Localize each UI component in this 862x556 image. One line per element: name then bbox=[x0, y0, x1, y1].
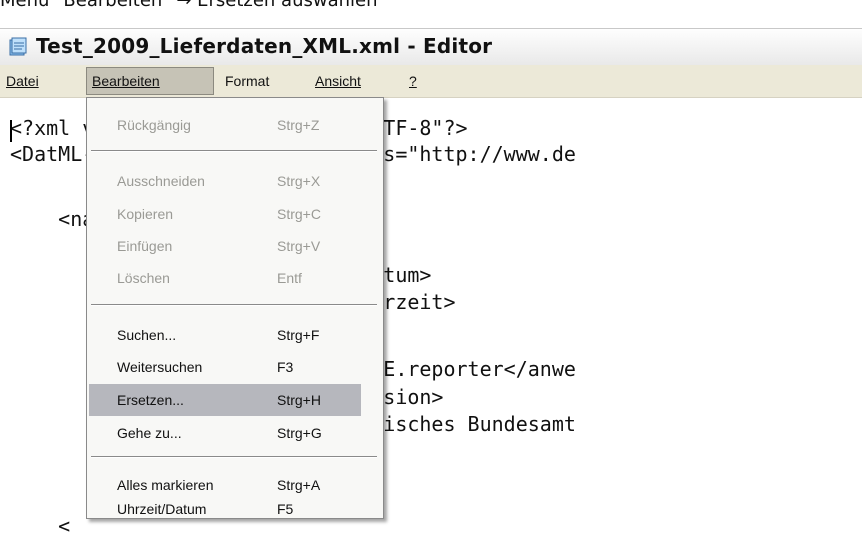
menu-item-select-all[interactable]: Alles markieren Strg+A bbox=[87, 470, 383, 500]
menu-item-label: Ausschneiden bbox=[117, 173, 205, 189]
menu-item-shortcut: Strg+Z bbox=[277, 117, 320, 133]
menu-item-label: Löschen bbox=[117, 270, 170, 286]
editor-line: < bbox=[10, 514, 71, 538]
menu-item-shortcut: Strg+F bbox=[277, 327, 320, 343]
menu-item-label: Gehe zu... bbox=[117, 425, 182, 441]
menu-item-shortcut: Strg+A bbox=[277, 477, 321, 493]
menu-separator bbox=[91, 150, 377, 152]
menu-item-label: Ersetzen... bbox=[117, 392, 184, 408]
caption-text: Menü "Bearbeiten" → Ersetzen auswählen bbox=[0, 0, 378, 11]
window-titlebar: Test_2009_Lieferdaten_XML.xml - Editor bbox=[0, 28, 862, 66]
menu-separator bbox=[91, 456, 377, 458]
menu-separator bbox=[91, 304, 377, 306]
menu-item-shortcut: F5 bbox=[277, 501, 294, 517]
menu-help[interactable]: ? bbox=[404, 65, 422, 97]
menu-label: Datei bbox=[6, 73, 39, 89]
menu-item-shortcut: Strg+G bbox=[277, 425, 322, 441]
menu-item-shortcut: Strg+V bbox=[277, 238, 321, 254]
menu-item-copy[interactable]: Kopieren Strg+C bbox=[87, 199, 383, 229]
window-title: Test_2009_Lieferdaten_XML.xml - Editor bbox=[36, 34, 493, 58]
menu-label: Ansicht bbox=[315, 73, 361, 89]
menu-item-time-date[interactable]: Uhrzeit/Datum F5 bbox=[87, 500, 383, 522]
menu-item-delete[interactable]: Löschen Entf bbox=[87, 263, 383, 293]
menu-item-cut[interactable]: Ausschneiden Strg+X bbox=[87, 166, 383, 196]
menu-bar: Datei Bearbeiten Format Ansicht ? bbox=[0, 65, 862, 98]
menu-item-goto[interactable]: Gehe zu... Strg+G bbox=[87, 418, 383, 448]
menu-item-shortcut: Strg+H bbox=[277, 392, 321, 408]
menu-item-shortcut: Strg+X bbox=[277, 173, 321, 189]
menu-label: Bearbeiten bbox=[92, 73, 160, 89]
menu-ansicht[interactable]: Ansicht bbox=[310, 65, 366, 97]
menu-item-find[interactable]: Suchen... Strg+F bbox=[87, 320, 383, 350]
menu-item-find-next[interactable]: Weitersuchen F3 bbox=[87, 352, 383, 382]
menu-item-label: Suchen... bbox=[117, 327, 177, 343]
menu-item-shortcut: F3 bbox=[277, 359, 294, 375]
menu-item-shortcut: Entf bbox=[277, 270, 302, 286]
menu-label: Format bbox=[225, 73, 270, 89]
menu-item-label: Rückgängig bbox=[117, 117, 191, 133]
menu-item-undo[interactable]: Rückgängig Strg+Z bbox=[87, 110, 383, 140]
menu-item-label: Uhrzeit/Datum bbox=[117, 501, 207, 517]
edit-menu-dropdown: Rückgängig Strg+Z Ausschneiden Strg+X Kopi… bbox=[86, 97, 384, 519]
menu-item-shortcut: Strg+C bbox=[277, 206, 321, 222]
menu-datei[interactable]: Datei bbox=[1, 65, 44, 97]
menu-item-label: Alles markieren bbox=[117, 477, 214, 493]
notepad-icon bbox=[9, 37, 27, 56]
menu-item-label: Weitersuchen bbox=[117, 359, 203, 375]
menu-item-paste[interactable]: Einfügen Strg+V bbox=[87, 231, 383, 261]
menu-bearbeiten[interactable]: Bearbeiten bbox=[86, 67, 214, 95]
menu-item-label: Kopieren bbox=[117, 206, 174, 222]
menu-item-replace[interactable]: Ersetzen... Strg+H bbox=[89, 384, 361, 416]
menu-label: ? bbox=[409, 73, 417, 89]
text-caret bbox=[10, 120, 12, 142]
menu-item-label: Einfügen bbox=[117, 238, 173, 254]
menu-format[interactable]: Format bbox=[220, 65, 274, 97]
